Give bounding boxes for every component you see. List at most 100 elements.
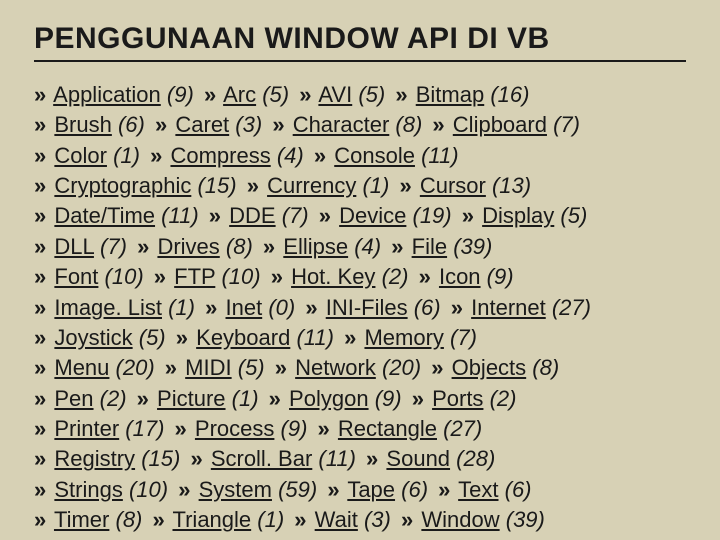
- category-link[interactable]: Strings: [54, 477, 122, 502]
- category-link[interactable]: Rectangle: [338, 416, 437, 441]
- separator-icon: »: [155, 112, 167, 137]
- separator-icon: »: [431, 355, 443, 380]
- category-link[interactable]: Internet: [471, 295, 546, 320]
- separator-icon: »: [34, 234, 46, 259]
- category-link[interactable]: Brush: [54, 112, 111, 137]
- separator-icon: »: [137, 234, 149, 259]
- category-count: (5): [560, 203, 587, 228]
- category-count: (7): [100, 234, 127, 259]
- category-link[interactable]: Display: [482, 203, 554, 228]
- separator-icon: »: [451, 295, 463, 320]
- separator-icon: »: [305, 295, 317, 320]
- separator-icon: »: [399, 173, 411, 198]
- category-count: (6): [505, 477, 532, 502]
- category-link[interactable]: Process: [195, 416, 274, 441]
- category-link[interactable]: AVI: [318, 82, 352, 107]
- category-link[interactable]: Menu: [54, 355, 109, 380]
- category-count: (2): [100, 386, 127, 411]
- category-link[interactable]: Tape: [347, 477, 395, 502]
- category-link[interactable]: Device: [339, 203, 406, 228]
- separator-icon: »: [205, 295, 217, 320]
- separator-icon: »: [395, 82, 407, 107]
- category-link[interactable]: Cryptographic: [54, 173, 191, 198]
- separator-icon: »: [263, 234, 275, 259]
- separator-icon: »: [462, 203, 474, 228]
- category-link[interactable]: Date/Time: [54, 203, 155, 228]
- category-link[interactable]: Icon: [439, 264, 481, 289]
- separator-icon: »: [344, 325, 356, 350]
- category-link[interactable]: Character: [293, 112, 390, 137]
- category-link[interactable]: Memory: [364, 325, 443, 350]
- category-link[interactable]: Printer: [54, 416, 119, 441]
- category-link[interactable]: System: [199, 477, 272, 502]
- category-count: (1): [257, 507, 284, 532]
- category-link[interactable]: Keyboard: [196, 325, 290, 350]
- separator-icon: »: [275, 355, 287, 380]
- category-link[interactable]: DLL: [54, 234, 94, 259]
- category-link[interactable]: Triangle: [172, 507, 251, 532]
- separator-icon: »: [412, 386, 424, 411]
- category-link[interactable]: Pen: [54, 386, 93, 411]
- separator-icon: »: [34, 112, 46, 137]
- category-row: » Font (10) » FTP (10) » Hot. Key (2) » …: [34, 262, 686, 292]
- category-link[interactable]: Joystick: [54, 325, 132, 350]
- category-count: (4): [354, 234, 381, 259]
- category-link[interactable]: Scroll. Bar: [211, 446, 312, 471]
- separator-icon: »: [34, 446, 46, 471]
- category-count: (1): [362, 173, 389, 198]
- category-link[interactable]: DDE: [229, 203, 275, 228]
- category-count: (13): [492, 173, 531, 198]
- category-link[interactable]: Network: [295, 355, 376, 380]
- slide: PENGGUNAAN WINDOW API DI VB » Applicatio…: [0, 0, 720, 540]
- category-link[interactable]: Hot. Key: [291, 264, 375, 289]
- separator-icon: »: [34, 477, 46, 502]
- category-link[interactable]: MIDI: [185, 355, 231, 380]
- separator-icon: »: [314, 143, 326, 168]
- category-link[interactable]: Caret: [175, 112, 229, 137]
- category-link[interactable]: Bitmap: [416, 82, 484, 107]
- category-link[interactable]: Cursor: [420, 173, 486, 198]
- category-link[interactable]: Font: [54, 264, 98, 289]
- category-link[interactable]: Color: [54, 143, 107, 168]
- category-count: (20): [382, 355, 421, 380]
- category-count: (6): [118, 112, 145, 137]
- category-link[interactable]: Compress: [170, 143, 270, 168]
- separator-icon: »: [391, 234, 403, 259]
- category-link[interactable]: Wait: [315, 507, 358, 532]
- category-count: (59): [278, 477, 317, 502]
- category-link[interactable]: Inet: [226, 295, 263, 320]
- category-link[interactable]: Image. List: [54, 295, 162, 320]
- category-link[interactable]: Picture: [157, 386, 225, 411]
- category-link[interactable]: Window: [421, 507, 499, 532]
- category-count: (11): [421, 143, 459, 168]
- category-link[interactable]: Drives: [157, 234, 219, 259]
- category-count: (39): [453, 234, 492, 259]
- category-link[interactable]: FTP: [174, 264, 215, 289]
- category-count: (27): [552, 295, 591, 320]
- category-link[interactable]: Currency: [267, 173, 356, 198]
- category-row: » Date/Time (11) » DDE (7) » Device (19)…: [34, 201, 686, 231]
- category-count: (17): [125, 416, 164, 441]
- separator-icon: »: [190, 446, 202, 471]
- category-link[interactable]: Arc: [223, 82, 256, 107]
- category-count: (20): [116, 355, 155, 380]
- category-link[interactable]: INI-Files: [326, 295, 408, 320]
- category-link[interactable]: Objects: [452, 355, 527, 380]
- category-count: (11): [318, 446, 356, 471]
- category-link[interactable]: Sound: [386, 446, 450, 471]
- category-link[interactable]: Timer: [54, 507, 109, 532]
- category-link[interactable]: Text: [458, 477, 498, 502]
- category-link[interactable]: File: [412, 234, 447, 259]
- category-count: (8): [395, 112, 422, 137]
- category-link[interactable]: Registry: [54, 446, 135, 471]
- category-link[interactable]: Polygon: [289, 386, 369, 411]
- category-link[interactable]: Application: [53, 82, 161, 107]
- category-link[interactable]: Ellipse: [283, 234, 348, 259]
- category-count: (0): [268, 295, 295, 320]
- separator-icon: »: [34, 82, 46, 107]
- category-row: » Joystick (5) » Keyboard (11) » Memory …: [34, 323, 686, 353]
- category-link[interactable]: Console: [334, 143, 415, 168]
- separator-icon: »: [419, 264, 431, 289]
- category-link[interactable]: Clipboard: [453, 112, 547, 137]
- category-link[interactable]: Ports: [432, 386, 483, 411]
